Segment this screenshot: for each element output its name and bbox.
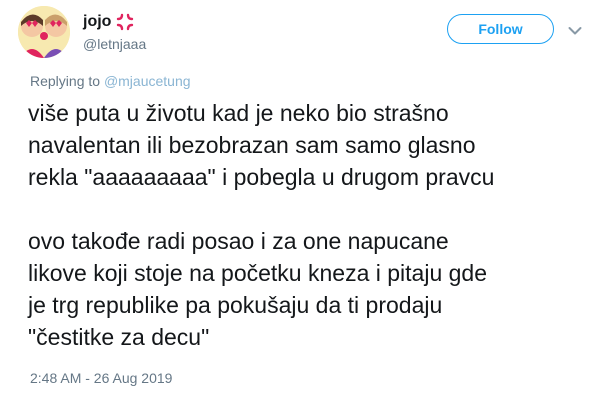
tweet-header: jojo @letnjaaa Follow [18,6,588,58]
tweet-text: više puta u životu kad je neko bio straš… [28,100,495,350]
avatar[interactable] [18,6,70,58]
display-name[interactable]: jojo [83,12,146,32]
follow-button[interactable]: Follow [447,14,554,44]
replying-to: Replying to @mjaucetung [30,72,191,90]
reply-mention-link[interactable]: @mjaucetung [104,73,191,89]
chevron-down-icon[interactable] [568,23,582,35]
user-names: jojo @letnjaaa [83,12,146,53]
tweet-timestamp[interactable]: 2:48 AM - 26 Aug 2019 [30,369,172,387]
anger-symbol-icon [116,13,134,31]
replying-to-prefix: Replying to [30,73,104,89]
avatar-image [18,6,70,58]
tweet-card: jojo @letnjaaa Follow Replying to @mjauc… [0,0,602,400]
display-name-text[interactable]: jojo [83,12,111,32]
user-handle[interactable]: @letnjaaa [83,35,146,53]
